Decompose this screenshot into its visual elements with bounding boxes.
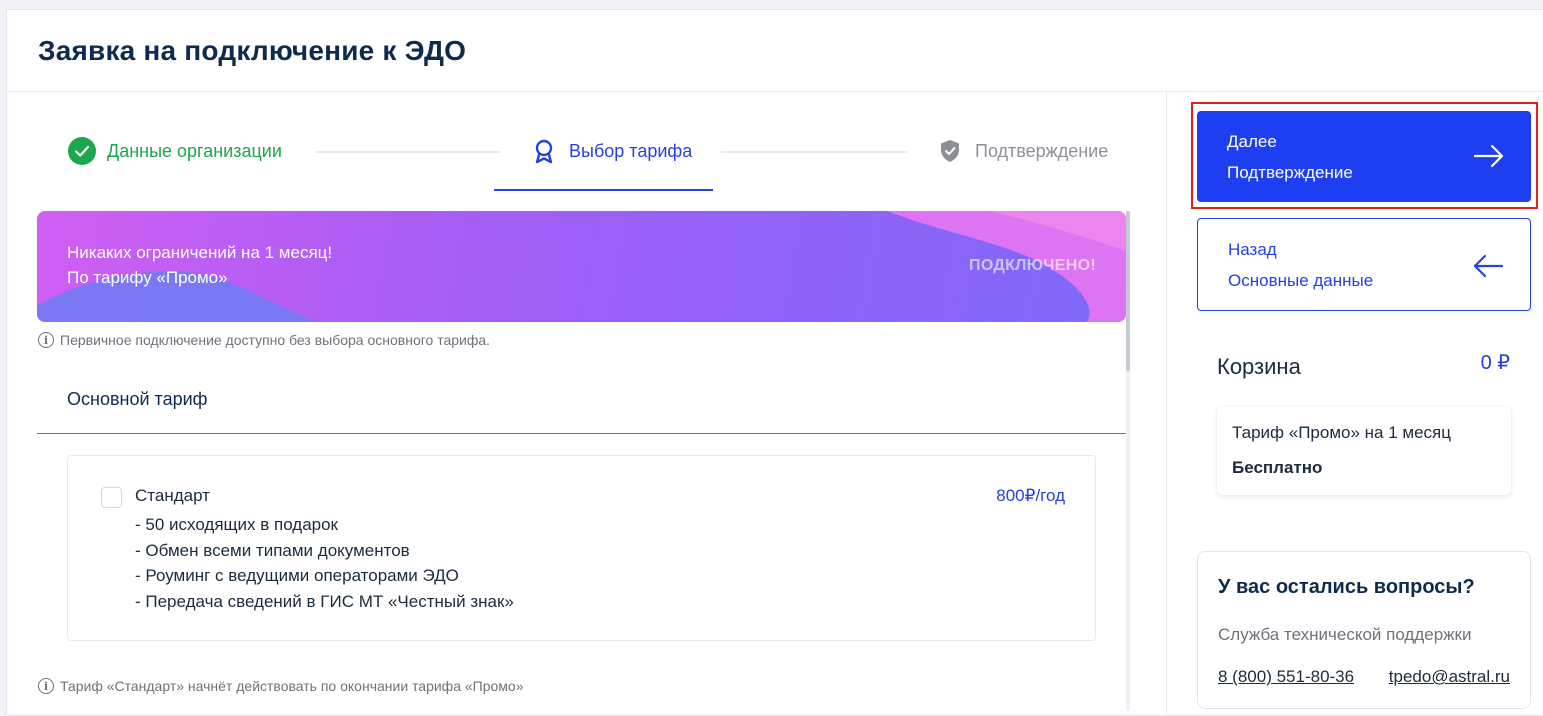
step-confirmation[interactable]: Подтверждение bbox=[935, 136, 1108, 166]
award-icon bbox=[529, 136, 559, 166]
step-label: Выбор тарифа bbox=[569, 140, 693, 161]
step-label: Данные организации bbox=[107, 140, 282, 161]
active-step-underline bbox=[494, 189, 713, 191]
step-organization-data[interactable]: Данные организации bbox=[67, 136, 282, 166]
section-divider bbox=[37, 433, 1126, 434]
page-header: Заявка на подключение к ЭДО bbox=[7, 10, 1543, 92]
stepper: Данные организации Выбор тарифа Подтверж… bbox=[37, 92, 1127, 192]
support-question: У вас остались вопросы? bbox=[1218, 576, 1475, 598]
sidebar: Далее Подтверждение Назад Основные данны… bbox=[1166, 92, 1543, 716]
page: Заявка на подключение к ЭДО Данные орган… bbox=[6, 9, 1543, 716]
back-button-label: Назад bbox=[1228, 240, 1277, 259]
info-note-standard: i Тариф «Стандарт» начнёт действовать по… bbox=[38, 678, 524, 694]
note-text: Тариф «Стандарт» начнёт действовать по о… bbox=[60, 678, 524, 694]
tariff-checkbox[interactable] bbox=[101, 487, 122, 508]
banner-line-2: По тарифу «Промо» bbox=[67, 268, 228, 287]
cart-item-name: Тариф «Промо» на 1 месяц bbox=[1232, 423, 1451, 442]
banner-decoration bbox=[37, 211, 1126, 322]
page-title: Заявка на подключение к ЭДО bbox=[38, 34, 467, 66]
info-icon: i bbox=[38, 678, 54, 694]
section-title-main-tariff: Основной тариф bbox=[67, 389, 208, 409]
tariff-feature: - Роуминг с ведущими операторами ЭДО bbox=[135, 566, 459, 585]
check-circle-icon bbox=[67, 136, 97, 166]
cart-item-price: Бесплатно bbox=[1232, 458, 1323, 477]
info-note-primary: i Первичное подключение доступно без выб… bbox=[38, 332, 490, 348]
tariff-name: Стандарт bbox=[135, 486, 210, 505]
support-email-link[interactable]: tpedo@astral.ru bbox=[1389, 667, 1510, 687]
next-button-label: Далее bbox=[1227, 132, 1277, 151]
main-content: Данные организации Выбор тарифа Подтверж… bbox=[7, 92, 1167, 716]
back-button[interactable]: Назад Основные данные bbox=[1197, 218, 1531, 311]
scrollbar-thumb[interactable] bbox=[1126, 211, 1130, 371]
step-connector bbox=[721, 151, 907, 153]
next-button-sublabel: Подтверждение bbox=[1227, 163, 1353, 182]
tariff-feature: - Передача сведений в ГИС МТ «Честный зн… bbox=[135, 591, 514, 611]
shield-check-icon bbox=[935, 136, 965, 166]
back-button-sublabel: Основные данные bbox=[1228, 271, 1374, 290]
cart-total: 0 ₽ bbox=[1480, 352, 1510, 374]
support-phone-link[interactable]: 8 (800) 551-80-36 bbox=[1218, 667, 1354, 687]
info-icon: i bbox=[38, 332, 54, 348]
next-button[interactable]: Далее Подтверждение bbox=[1197, 111, 1531, 202]
arrow-right-icon bbox=[1473, 143, 1505, 174]
arrow-left-icon bbox=[1472, 253, 1504, 284]
tariff-feature: - Обмен всеми типами документов bbox=[135, 540, 410, 560]
support-subtitle: Служба технической поддержки bbox=[1218, 625, 1472, 644]
connected-badge: ПОДКЛЮЧЕНО! bbox=[969, 257, 1096, 274]
promo-banner: Никаких ограничений на 1 месяц! По тариф… bbox=[37, 211, 1126, 322]
tariff-features: - 50 исходящих в подарок - Обмен всеми т… bbox=[135, 512, 514, 614]
scrollbar[interactable] bbox=[1126, 211, 1130, 711]
banner-line-1: Никаких ограничений на 1 месяц! bbox=[67, 243, 333, 262]
tariff-card-standard[interactable]: Стандарт - 50 исходящих в подарок - Обме… bbox=[67, 455, 1096, 641]
tariff-price: 800₽/год bbox=[996, 486, 1065, 505]
support-card: У вас остались вопросы? Служба техническ… bbox=[1197, 551, 1531, 709]
step-tariff-choice[interactable]: Выбор тарифа bbox=[529, 136, 692, 166]
note-text: Первичное подключение доступно без выбор… bbox=[60, 332, 491, 348]
cart-title: Корзина bbox=[1217, 354, 1301, 379]
step-connector bbox=[315, 151, 501, 153]
tariff-feature: - 50 исходящих в подарок bbox=[135, 515, 338, 534]
cart-item: Тариф «Промо» на 1 месяц Бесплатно bbox=[1217, 407, 1511, 495]
step-label: Подтверждение bbox=[975, 140, 1109, 161]
